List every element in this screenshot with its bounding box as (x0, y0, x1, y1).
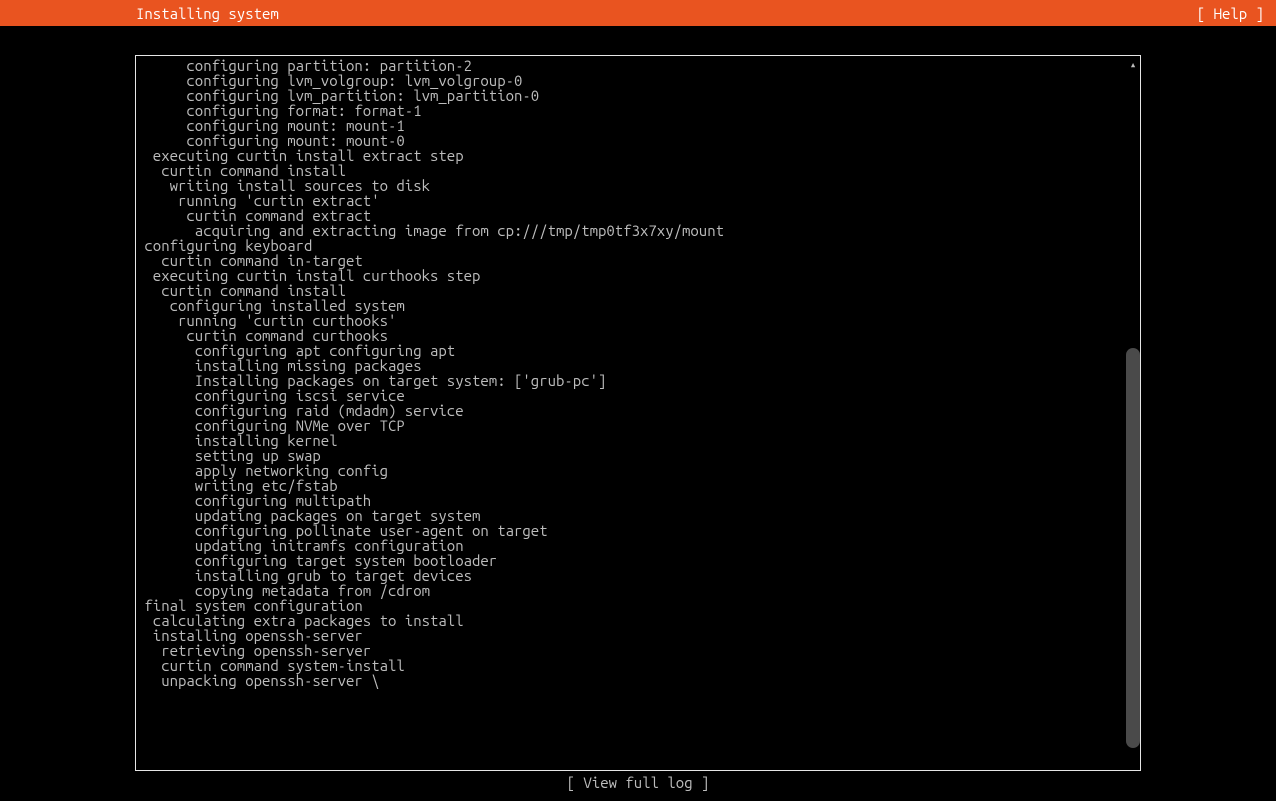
log-line: updating packages on target system (136, 508, 1132, 523)
log-line: executing curtin install extract step (136, 148, 1132, 163)
log-line: configuring apt configuring apt (136, 343, 1132, 358)
log-line: curtin command system-install (136, 658, 1132, 673)
log-line: apply networking config (136, 463, 1132, 478)
log-line: writing etc/fstab (136, 478, 1132, 493)
log-line: unpacking openssh-server \ (136, 673, 1132, 688)
log-line: installing openssh-server (136, 628, 1132, 643)
log-line: configuring pollinate user-agent on targ… (136, 523, 1132, 538)
log-line: configuring multipath (136, 493, 1132, 508)
log-content: configuring partition: partition-2 confi… (136, 56, 1140, 770)
log-line: curtin command curthooks (136, 328, 1132, 343)
log-line: configuring target system bootloader (136, 553, 1132, 568)
log-line: running 'curtin curthooks' (136, 313, 1132, 328)
help-button[interactable]: [ Help ] (1197, 5, 1264, 22)
log-line: Installing packages on target system: ['… (136, 373, 1132, 388)
log-line: configuring mount: mount-0 (136, 133, 1132, 148)
scrollbar[interactable] (1126, 348, 1140, 748)
log-line: calculating extra packages to install (136, 613, 1132, 628)
log-line: curtin command extract (136, 208, 1132, 223)
footer: [ View full log ] (0, 774, 1276, 791)
view-full-log-button[interactable]: [ View full log ] (567, 774, 710, 791)
log-line: installing grub to target devices (136, 568, 1132, 583)
log-panel: configuring partition: partition-2 confi… (135, 55, 1141, 771)
log-line: configuring lvm_volgroup: lvm_volgroup-0 (136, 73, 1132, 88)
log-line: curtin command in-target (136, 253, 1132, 268)
log-line: executing curtin install curthooks step (136, 268, 1132, 283)
log-line: installing kernel (136, 433, 1132, 448)
log-line: writing install sources to disk (136, 178, 1132, 193)
log-line: configuring raid (mdadm) service (136, 403, 1132, 418)
header: Installing system [ Help ] (0, 0, 1276, 26)
log-line: configuring mount: mount-1 (136, 118, 1132, 133)
scroll-up-icon[interactable]: ▴ (1128, 59, 1138, 71)
log-line: curtin command install (136, 283, 1132, 298)
log-line: configuring iscsi service (136, 388, 1132, 403)
log-line: configuring installed system (136, 298, 1132, 313)
log-line: configuring NVMe over TCP (136, 418, 1132, 433)
log-line: configuring keyboard (136, 238, 1132, 253)
log-line: configuring partition: partition-2 (136, 58, 1132, 73)
log-line: installing missing packages (136, 358, 1132, 373)
page-title: Installing system (136, 5, 279, 22)
log-line: updating initramfs configuration (136, 538, 1132, 553)
log-line: acquiring and extracting image from cp:/… (136, 223, 1132, 238)
log-line: retrieving openssh-server (136, 643, 1132, 658)
log-line: setting up swap (136, 448, 1132, 463)
log-line: final system configuration (136, 598, 1132, 613)
log-line: curtin command install (136, 163, 1132, 178)
log-line: running 'curtin extract' (136, 193, 1132, 208)
log-line: configuring format: format-1 (136, 103, 1132, 118)
log-line: configuring lvm_partition: lvm_partition… (136, 88, 1132, 103)
log-line: copying metadata from /cdrom (136, 583, 1132, 598)
